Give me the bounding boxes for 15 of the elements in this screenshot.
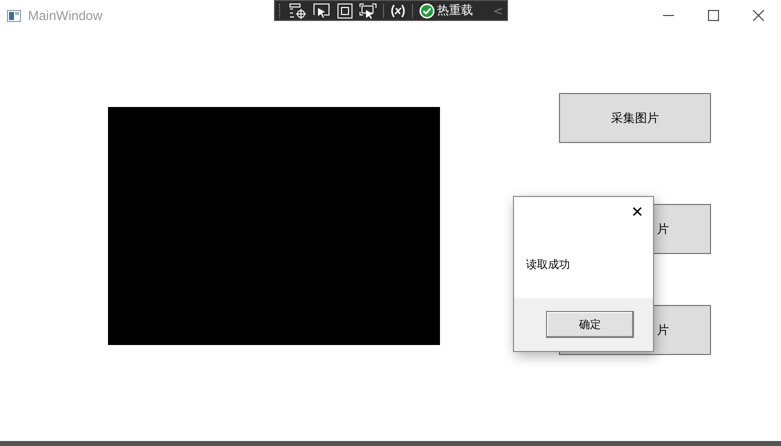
binding-icon[interactable] (390, 4, 406, 18)
hot-reload-label[interactable]: 热重载 (437, 2, 473, 19)
dialog-message: 读取成功 (525, 257, 571, 273)
ok-button[interactable]: 确定 (546, 311, 634, 338)
visual-tree-icon[interactable] (289, 2, 307, 18)
select-element-icon[interactable] (359, 2, 377, 18)
window-title: MainWindow (28, 8, 102, 23)
close-icon (753, 10, 764, 21)
check-icon (419, 2, 435, 18)
square-icon[interactable] (337, 2, 353, 18)
select-element-icon[interactable] (313, 2, 331, 18)
close-button[interactable]: ✕ (628, 201, 647, 223)
maximize-icon (708, 10, 719, 21)
action-button[interactable]: 采集图片 (559, 93, 711, 143)
app-icon (7, 10, 21, 22)
